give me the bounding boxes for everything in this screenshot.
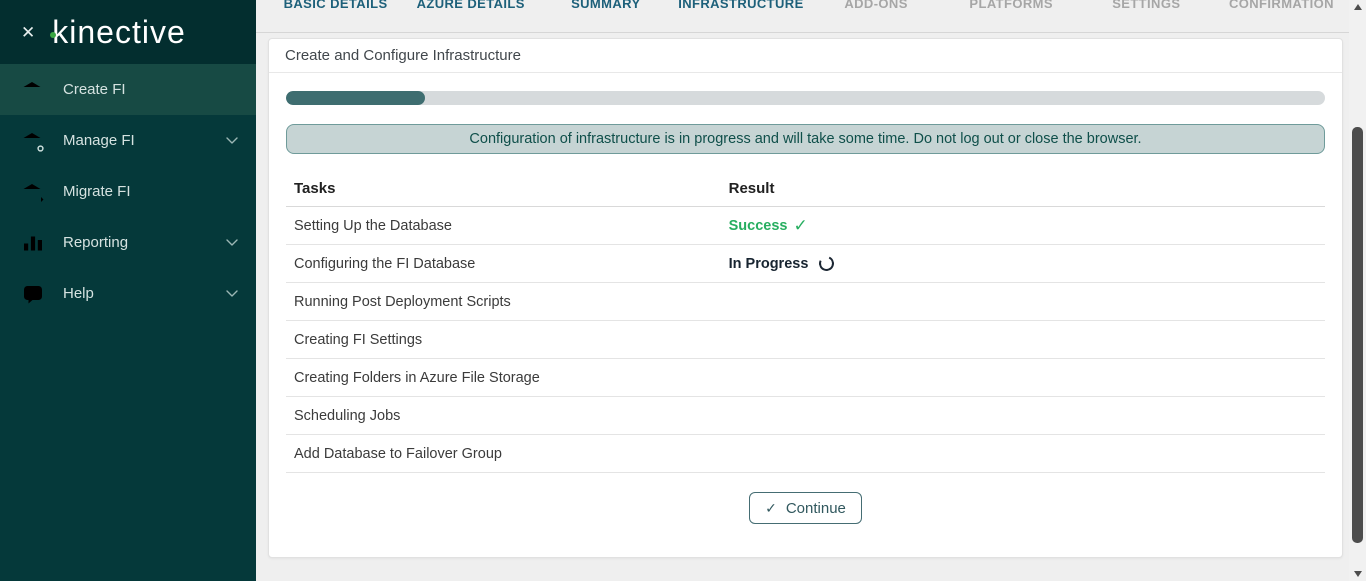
stepper-tab-add-ons: ADD-ONS [809, 0, 944, 33]
help-bubble-icon [20, 281, 46, 307]
sidebar-header: ✕ kinective [0, 0, 256, 64]
task-cell: Setting Up the Database [286, 218, 729, 234]
task-cell: Scheduling Jobs [286, 408, 729, 424]
sidebar-item-manage-fi[interactable]: Manage FI [0, 115, 256, 166]
task-cell: Configuring the FI Database [286, 256, 729, 272]
task-cell: Add Database to Failover Group [286, 446, 729, 462]
task-cell: Creating Folders in Azure File Storage [286, 370, 729, 386]
infrastructure-panel: Create and Configure Infrastructure Conf… [268, 38, 1343, 558]
task-row: Running Post Deployment Scripts [286, 283, 1325, 321]
stepper-tab-label: PLATFORMS [944, 0, 1079, 12]
continue-button[interactable]: ✓ Continue [749, 492, 862, 524]
check-icon: ✓ [765, 500, 777, 517]
sidebar-item-migrate-fi[interactable]: Migrate FI [0, 166, 256, 217]
vertical-scrollbar[interactable] [1349, 0, 1366, 581]
stepper-tab-label: BASIC DETAILS [268, 0, 403, 12]
status-success-label: Success [729, 218, 788, 234]
task-row: Configuring the FI Database In Progress [286, 245, 1325, 283]
success-check-icon: ✓ [793, 216, 807, 236]
progress-bar [286, 91, 1325, 105]
panel-title: Create and Configure Infrastructure [269, 39, 1342, 73]
task-row: Creating FI Settings [286, 321, 1325, 359]
bank-gear-icon [20, 128, 46, 154]
bank-plus-icon [20, 77, 46, 103]
in-progress-spinner-icon [817, 254, 836, 273]
chevron-down-icon [226, 239, 238, 246]
in-progress-alert: Configuration of infrastructure is in pr… [286, 124, 1325, 154]
scrollbar-thumb[interactable] [1352, 127, 1363, 543]
task-row: Add Database to Failover Group [286, 435, 1325, 473]
stepper-tab-platforms: PLATFORMS [944, 0, 1079, 33]
sidebar-item-label: Help [63, 285, 226, 302]
stepper-tab-basic-details[interactable]: BASIC DETAILS [268, 0, 403, 33]
bank-arrow-icon [20, 179, 46, 205]
sidebar-item-label: Migrate FI [63, 183, 226, 200]
column-header-result: Result [729, 180, 1325, 197]
status-success: Success ✓ [729, 216, 808, 236]
status-in-progress: In Progress [729, 256, 835, 272]
task-cell: Creating FI Settings [286, 332, 729, 348]
stepper-tab-label: ADD-ONS [809, 0, 944, 12]
brand-logo-text: kinective [52, 14, 186, 50]
result-cell: Success ✓ [729, 216, 1325, 236]
sidebar-item-help[interactable]: Help [0, 268, 256, 319]
column-header-tasks: Tasks [286, 180, 729, 197]
alert-text: Configuration of infrastructure is in pr… [469, 131, 1141, 147]
sidebar-nav: Create FI Manage FI Migrate FI [0, 64, 256, 319]
stepper-tab-label: SUMMARY [538, 0, 673, 12]
scrollbar-down-icon[interactable] [1354, 571, 1362, 577]
stepper-tab-azure-details[interactable]: AZURE DETAILS [403, 0, 538, 33]
sidebar: ✕ kinective Create FI Manage FI Migr [0, 0, 256, 581]
result-cell: In Progress [729, 256, 1325, 272]
chevron-down-icon [226, 137, 238, 144]
task-row: Scheduling Jobs [286, 397, 1325, 435]
wizard-stepper: BASIC DETAILS AZURE DETAILS SUMMARY INFR… [256, 0, 1349, 33]
tasks-table: Tasks Result Setting Up the Database Suc… [286, 171, 1325, 473]
stepper-tab-summary[interactable]: SUMMARY [538, 0, 673, 33]
stepper-tab-label: AZURE DETAILS [403, 0, 538, 12]
tasks-table-header: Tasks Result [286, 171, 1325, 207]
stepper-tab-label: CONFIRMATION [1214, 0, 1349, 12]
stepper-tab-confirmation: CONFIRMATION [1214, 0, 1349, 33]
sidebar-item-label: Create FI [63, 81, 226, 98]
stepper-tab-infrastructure[interactable]: INFRASTRUCTURE [673, 0, 808, 33]
sidebar-item-create-fi[interactable]: Create FI [0, 64, 256, 115]
brand-logo: kinective [52, 16, 186, 48]
sidebar-item-reporting[interactable]: Reporting [0, 217, 256, 268]
stepper-tab-settings: SETTINGS [1079, 0, 1214, 33]
task-cell: Running Post Deployment Scripts [286, 294, 729, 310]
chevron-down-icon [226, 290, 238, 297]
task-row: Setting Up the Database Success ✓ [286, 207, 1325, 245]
scrollbar-up-icon[interactable] [1354, 4, 1362, 10]
stepper-tab-label: INFRASTRUCTURE [673, 0, 808, 12]
progress-bar-fill [286, 91, 425, 105]
status-in-progress-label: In Progress [729, 256, 809, 272]
close-icon[interactable]: ✕ [21, 24, 35, 41]
sidebar-item-label: Manage FI [63, 132, 226, 149]
sidebar-item-label: Reporting [63, 234, 226, 251]
task-row: Creating Folders in Azure File Storage [286, 359, 1325, 397]
actions-row: ✓ Continue [269, 492, 1342, 524]
stepper-tab-label: SETTINGS [1079, 0, 1214, 12]
bar-chart-icon [20, 230, 46, 256]
continue-button-label: Continue [786, 500, 846, 517]
